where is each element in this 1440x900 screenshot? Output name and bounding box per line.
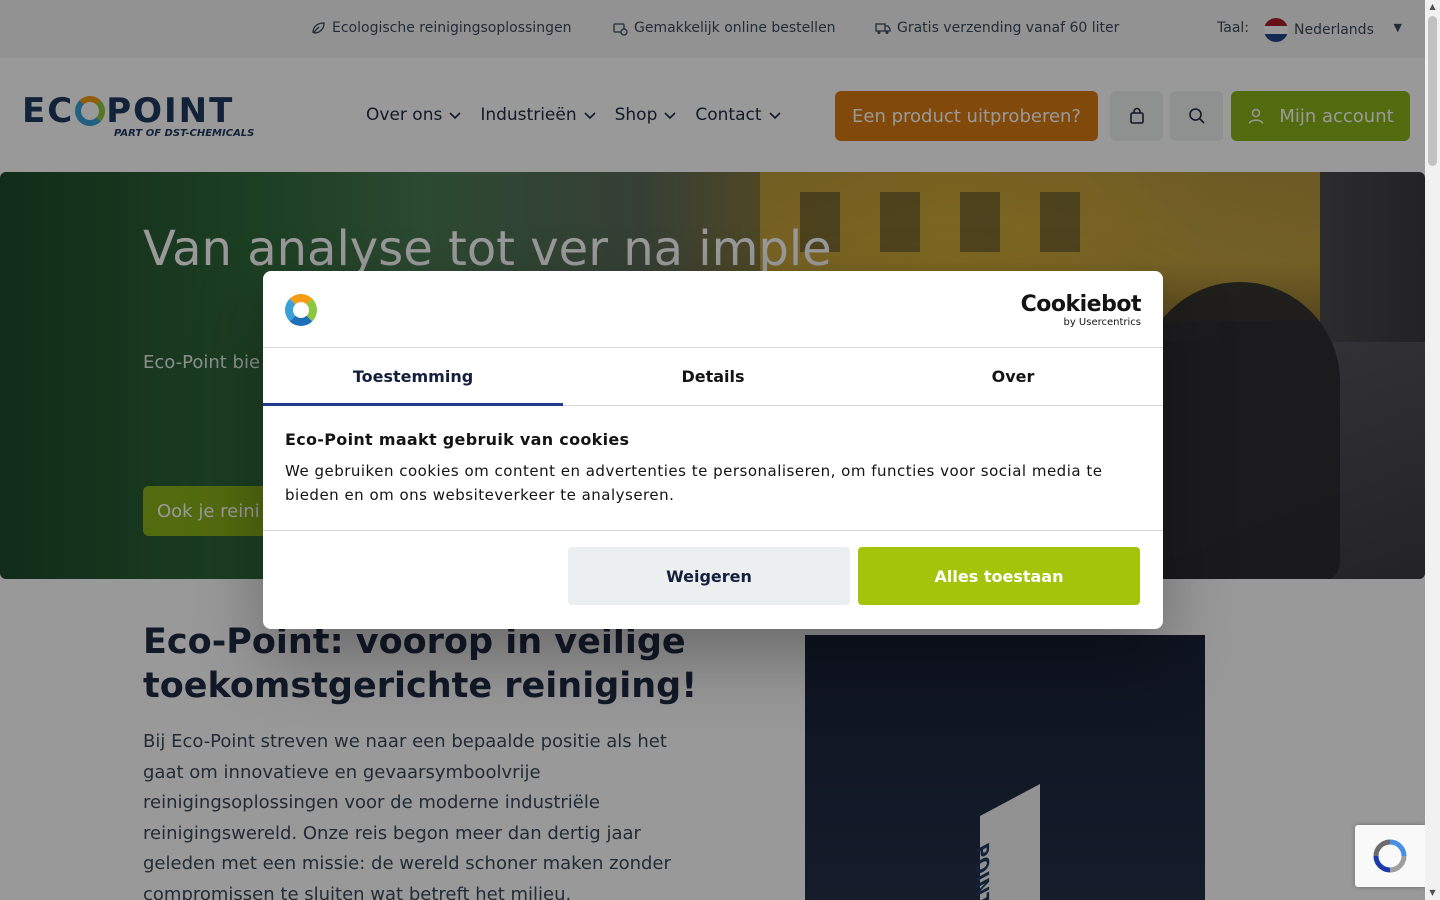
scroll-up-arrow-icon[interactable]: ▲ xyxy=(1428,2,1437,12)
accept-all-button[interactable]: Alles toestaan xyxy=(858,547,1140,605)
tab-over[interactable]: Over xyxy=(863,348,1163,405)
scrollbar-thumb[interactable] xyxy=(1428,16,1437,166)
dialog-header: Cookiebot by Usercentrics xyxy=(263,271,1163,348)
dialog-tabs: Toestemming Details Over xyxy=(263,348,1163,406)
dialog-body: Eco-Point maakt gebruik van cookies We g… xyxy=(263,406,1163,531)
page-scrollbar[interactable]: ▲ ▼ xyxy=(1425,0,1440,900)
decline-button[interactable]: Weigeren xyxy=(568,547,850,605)
cookie-consent-dialog: Cookiebot by Usercentrics Toestemming De… xyxy=(263,271,1163,629)
scroll-down-arrow-icon[interactable]: ▼ xyxy=(1428,888,1437,898)
cookiebot-logo[interactable]: Cookiebot by Usercentrics xyxy=(1020,292,1142,329)
site-logo-icon xyxy=(285,294,317,326)
dialog-footer: Weigeren Alles toestaan xyxy=(263,531,1163,628)
dialog-text: We gebruiken cookies om content en adver… xyxy=(285,462,1103,504)
recaptcha-badge[interactable] xyxy=(1355,825,1425,887)
cookiebot-brand: Cookiebot xyxy=(1020,292,1142,317)
tab-toestemming[interactable]: Toestemming xyxy=(263,348,563,406)
cookiebot-brand-sub: by Usercentrics xyxy=(1063,317,1141,328)
dialog-heading: Eco-Point maakt gebruik van cookies xyxy=(285,430,630,449)
tab-details[interactable]: Details xyxy=(563,348,863,405)
recaptcha-icon xyxy=(1373,839,1407,873)
